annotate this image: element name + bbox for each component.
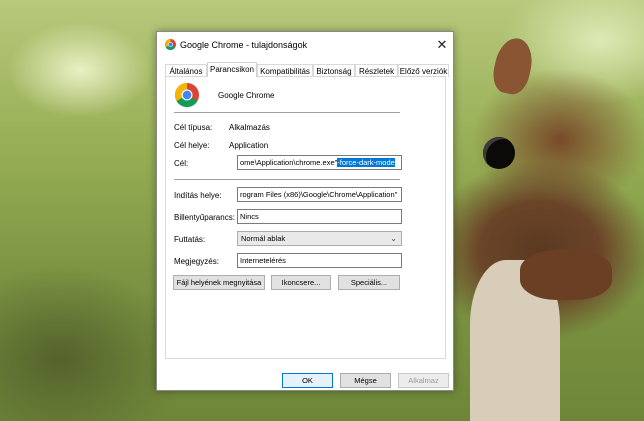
- tab-bar: Általános Parancsikon Kompatibilitás Biz…: [165, 62, 449, 77]
- app-name: Google Chrome: [218, 91, 275, 100]
- chrome-logo-icon: [165, 39, 176, 50]
- tab-shortcut[interactable]: Parancsikon: [207, 62, 257, 77]
- target-type-label: Cél típusa:: [174, 123, 213, 132]
- shortcut-panel: Google Chrome Cél típusa: Alkalmazás Cél…: [165, 76, 446, 359]
- target-type-value: Alkalmazás: [229, 123, 270, 132]
- cancel-button[interactable]: Mégse: [340, 373, 391, 388]
- comment-label: Megjegyzés:: [174, 257, 219, 266]
- squirrel-ear: [489, 34, 537, 98]
- hotkey-label: Billentyűparancs:: [174, 213, 235, 222]
- ok-button[interactable]: OK: [282, 373, 333, 388]
- target-input[interactable]: ome\Application\chrome.exe"-force-dark-m…: [237, 155, 402, 170]
- squirrel-paws: [520, 250, 612, 300]
- target-location-value: Application: [229, 141, 269, 150]
- target-label: Cél:: [174, 159, 189, 168]
- open-file-location-button[interactable]: Fájl helyének megnyitása: [173, 275, 265, 290]
- target-input-text: ome\Application\chrome.exe": [240, 158, 338, 167]
- close-button[interactable]: ✕: [433, 36, 451, 54]
- target-input-selection: -force-dark-mode: [337, 158, 395, 167]
- change-icon-button[interactable]: Ikoncsere...: [271, 275, 331, 290]
- squirrel-eye: [483, 137, 515, 169]
- run-select[interactable]: Normál ablak ⌄: [237, 231, 402, 246]
- start-in-input[interactable]: rogram Files (x86)\Google\Chrome\Applica…: [237, 187, 402, 202]
- comment-input[interactable]: Internetelérés: [237, 253, 402, 268]
- divider-top: [174, 112, 400, 113]
- dialog-title: Google Chrome - tulajdonságok: [180, 40, 308, 50]
- title-bar[interactable]: Google Chrome - tulajdonságok ✕: [157, 32, 453, 58]
- advanced-button[interactable]: Speciális...: [338, 275, 400, 290]
- chevron-down-icon: ⌄: [390, 234, 397, 243]
- target-location-label: Cél helye:: [174, 141, 210, 150]
- run-select-value: Normál ablak: [241, 234, 286, 243]
- chrome-app-icon: [175, 83, 199, 107]
- hotkey-input[interactable]: Nincs: [237, 209, 402, 224]
- properties-dialog: Google Chrome - tulajdonságok ✕ Általáno…: [156, 31, 454, 391]
- divider-middle: [174, 179, 400, 180]
- apply-button[interactable]: Alkalmaz: [398, 373, 449, 388]
- run-label: Futtatás:: [174, 235, 206, 244]
- start-in-label: Indítás helye:: [174, 191, 222, 200]
